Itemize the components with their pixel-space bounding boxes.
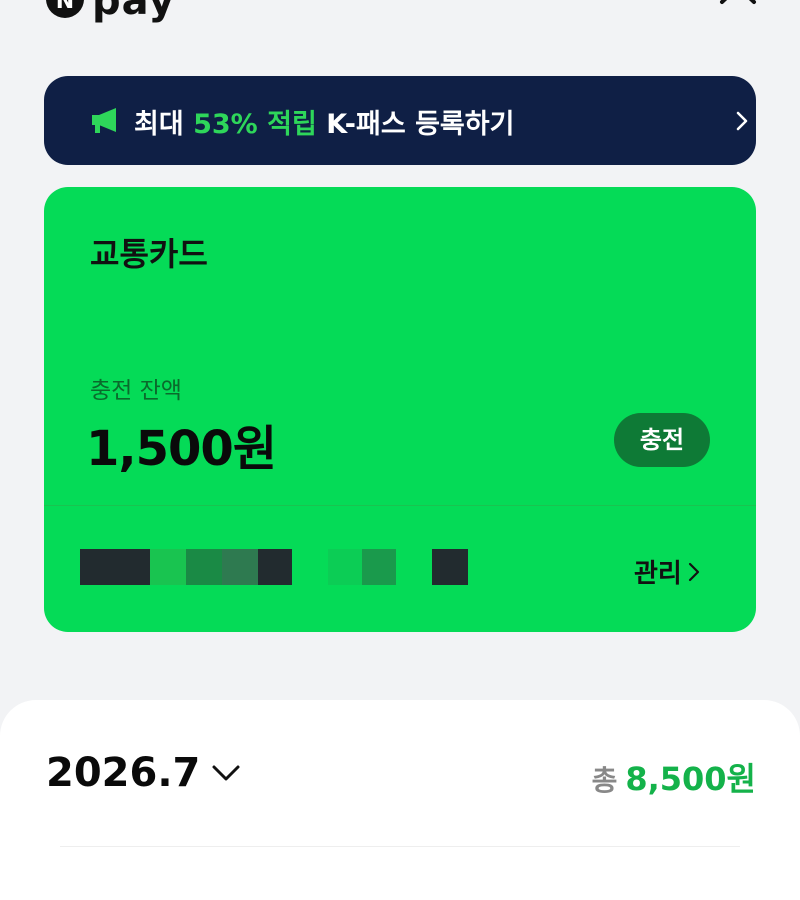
top-bar: N pay: [0, 0, 800, 30]
month-label: 2026.7: [46, 750, 201, 796]
megaphone-icon: [92, 108, 116, 133]
close-icon[interactable]: [716, 0, 760, 18]
chevron-down-icon: [212, 765, 240, 781]
card-divider: [44, 505, 756, 506]
charge-button[interactable]: 충전: [614, 413, 710, 467]
manage-label: 관리: [634, 559, 682, 589]
total-amount: 8,500원: [625, 760, 756, 798]
total-label: 총: [591, 764, 618, 797]
month-selector[interactable]: 2026.7: [46, 750, 242, 796]
chevron-right-icon: [736, 111, 748, 131]
manage-link[interactable]: 관리: [634, 553, 700, 590]
transit-card[interactable]: 교통카드 충전 잔액 1,500원 충전 관리: [44, 187, 756, 632]
masked-card-number: [80, 549, 470, 585]
promo-highlight: 53% 적립: [193, 109, 317, 140]
balance-label: 충전 잔액: [90, 378, 182, 404]
balance-amount: 1,500원: [86, 421, 277, 477]
chevron-right-icon: [688, 562, 699, 581]
npay-logo-text: pay: [92, 0, 176, 24]
promo-prefix: 최대: [134, 109, 194, 140]
monthly-total: 총 8,500원: [592, 754, 756, 800]
history-panel: 2026.7 총 8,500원: [0, 700, 800, 900]
card-title: 교통카드: [90, 235, 208, 273]
list-top-edge: [60, 846, 740, 857]
promo-text: 최대 53% 적립 K-패스 등록하기: [134, 102, 514, 141]
npay-logo-badge: N: [46, 0, 84, 18]
promo-suffix: K-패스 등록하기: [316, 109, 515, 140]
k-pass-promo-banner[interactable]: 최대 53% 적립 K-패스 등록하기: [44, 76, 756, 165]
